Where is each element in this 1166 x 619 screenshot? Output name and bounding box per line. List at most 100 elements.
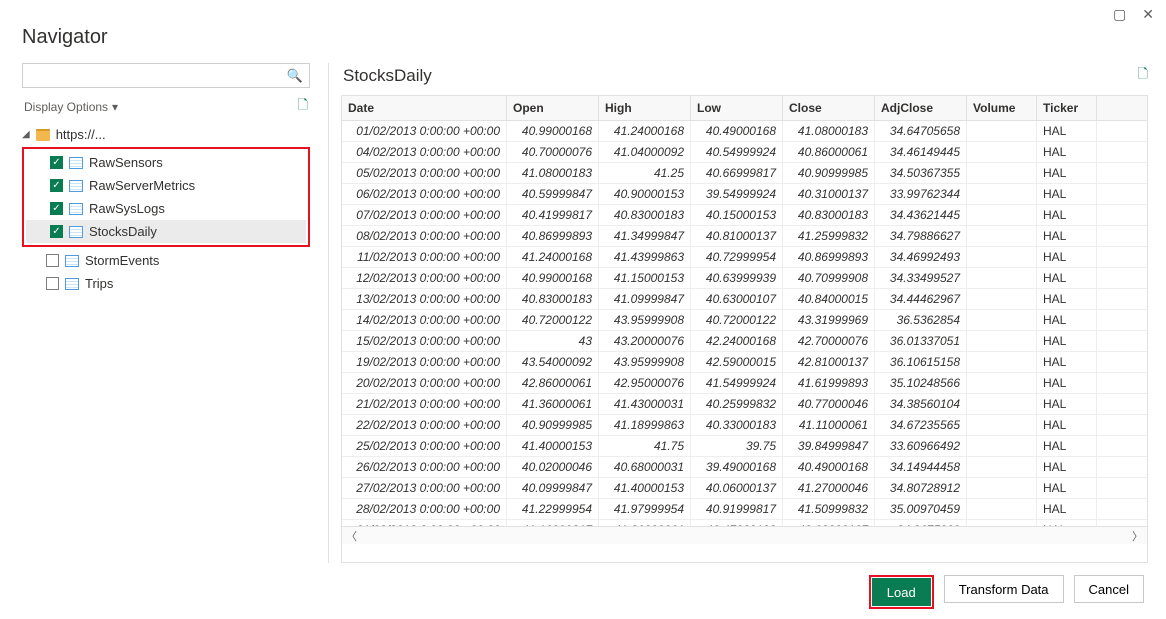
cell: 12/02/2013 0:00:00 +00:00 xyxy=(342,268,507,288)
tree-item-label: StormEvents xyxy=(85,253,159,268)
cell: 41.36000061 xyxy=(507,394,599,414)
preview-title: StocksDaily xyxy=(343,66,432,86)
cell: 41.25 xyxy=(599,163,691,183)
maximize-icon[interactable]: ▢ xyxy=(1113,6,1126,23)
chevron-down-icon: ▾ xyxy=(112,100,118,114)
tree: ◢ https://... ✓RawSensors✓RawServerMetri… xyxy=(22,124,310,295)
load-button[interactable]: Load xyxy=(872,578,931,606)
cell: 34.46992493 xyxy=(875,247,967,267)
cell: 40.09999847 xyxy=(507,478,599,498)
preview-pane: StocksDaily 🗋 DateOpenHighLowCloseAdjClo… xyxy=(337,63,1166,563)
preview-refresh-icon[interactable]: 🗋 xyxy=(1138,65,1148,87)
grid-body[interactable]: 01/02/2013 0:00:00 +00:0040.9900016841.2… xyxy=(342,121,1147,526)
data-grid: DateOpenHighLowCloseAdjCloseVolumeTicker… xyxy=(341,95,1148,563)
column-header-date[interactable]: Date xyxy=(342,96,507,120)
cell: 40.83000183 xyxy=(599,205,691,225)
cell: 40.47000122 xyxy=(691,520,783,526)
horizontal-scrollbar[interactable]: 〈 〉 xyxy=(342,526,1147,544)
table-row[interactable]: 05/02/2013 0:00:00 +00:0041.0800018341.2… xyxy=(342,163,1147,184)
tree-item-stormevents[interactable]: StormEvents xyxy=(22,249,310,272)
tree-item-rawsensors[interactable]: ✓RawSensors xyxy=(26,151,306,174)
cell: 33.60966492 xyxy=(875,436,967,456)
scroll-left-icon[interactable]: 〈 xyxy=(346,528,357,544)
cell: 41.25999832 xyxy=(783,226,875,246)
table-row[interactable]: 01/03/2013 0:00:00 +00:0041.1699981741.3… xyxy=(342,520,1147,526)
table-row[interactable]: 13/02/2013 0:00:00 +00:0040.8300018341.0… xyxy=(342,289,1147,310)
checkbox[interactable]: ✓ xyxy=(50,225,63,238)
search-field[interactable] xyxy=(29,68,287,84)
cancel-button[interactable]: Cancel xyxy=(1074,575,1144,603)
cell: 41.75 xyxy=(599,436,691,456)
cell: 40.33000183 xyxy=(691,415,783,435)
table-row[interactable]: 12/02/2013 0:00:00 +00:0040.9900016841.1… xyxy=(342,268,1147,289)
table-row[interactable]: 20/02/2013 0:00:00 +00:0042.8600006142.9… xyxy=(342,373,1147,394)
cell: 34.64705658 xyxy=(875,121,967,141)
cell xyxy=(967,394,1037,414)
cell: 20/02/2013 0:00:00 +00:00 xyxy=(342,373,507,393)
column-header-high[interactable]: High xyxy=(599,96,691,120)
display-options-dropdown[interactable]: Display Options ▾ xyxy=(24,100,118,114)
cell: 41.27000046 xyxy=(783,478,875,498)
tree-item-rawsyslogs[interactable]: ✓RawSysLogs xyxy=(26,197,306,220)
cell: 35.10248566 xyxy=(875,373,967,393)
cell: 36.01337051 xyxy=(875,331,967,351)
cell: 41.08000183 xyxy=(783,121,875,141)
checkbox[interactable]: ✓ xyxy=(50,156,63,169)
table-icon xyxy=(69,157,83,169)
column-header-ticker[interactable]: Ticker xyxy=(1037,96,1097,120)
tree-item-stocksdaily[interactable]: ✓StocksDaily xyxy=(26,220,306,243)
cell: 34.80728912 xyxy=(875,478,967,498)
scroll-right-icon[interactable]: 〉 xyxy=(1132,528,1143,544)
cell: HAL xyxy=(1037,415,1097,435)
cell: 40.15000153 xyxy=(691,205,783,225)
cell: HAL xyxy=(1037,142,1097,162)
column-header-low[interactable]: Low xyxy=(691,96,783,120)
table-row[interactable]: 22/02/2013 0:00:00 +00:0040.9099998541.1… xyxy=(342,415,1147,436)
cell: 40.06000137 xyxy=(691,478,783,498)
cell: HAL xyxy=(1037,499,1097,519)
column-header-close[interactable]: Close xyxy=(783,96,875,120)
table-row[interactable]: 15/02/2013 0:00:00 +00:004343.2000007642… xyxy=(342,331,1147,352)
table-row[interactable]: 28/02/2013 0:00:00 +00:0041.2299995441.9… xyxy=(342,499,1147,520)
cell: 41.24000168 xyxy=(507,247,599,267)
transform-data-button[interactable]: Transform Data xyxy=(944,575,1064,603)
cell: 40.86999893 xyxy=(783,247,875,267)
table-row[interactable]: 14/02/2013 0:00:00 +00:0040.7200012243.9… xyxy=(342,310,1147,331)
checkbox[interactable] xyxy=(46,277,59,290)
column-header-open[interactable]: Open xyxy=(507,96,599,120)
table-row[interactable]: 27/02/2013 0:00:00 +00:0040.0999984741.4… xyxy=(342,478,1147,499)
cell: 39.54999924 xyxy=(691,184,783,204)
table-row[interactable]: 25/02/2013 0:00:00 +00:0041.4000015341.7… xyxy=(342,436,1147,457)
cell: 41.16999817 xyxy=(507,520,599,526)
table-row[interactable]: 26/02/2013 0:00:00 +00:0040.0200004640.6… xyxy=(342,457,1147,478)
table-row[interactable]: 08/02/2013 0:00:00 +00:0040.8699989341.3… xyxy=(342,226,1147,247)
column-header-adjclose[interactable]: AdjClose xyxy=(875,96,967,120)
tree-root-label: https://... xyxy=(56,127,106,142)
checkbox[interactable]: ✓ xyxy=(50,179,63,192)
cell: 40.70000076 xyxy=(507,142,599,162)
table-row[interactable]: 06/02/2013 0:00:00 +00:0040.5999984740.9… xyxy=(342,184,1147,205)
table-row[interactable]: 21/02/2013 0:00:00 +00:0041.3600006141.4… xyxy=(342,394,1147,415)
table-row[interactable]: 01/02/2013 0:00:00 +00:0040.9900016841.2… xyxy=(342,121,1147,142)
cell: 01/03/2013 0:00:00 +00:00 xyxy=(342,520,507,526)
tree-item-trips[interactable]: Trips xyxy=(22,272,310,295)
tree-root[interactable]: ◢ https://... xyxy=(22,124,310,145)
column-header-volume[interactable]: Volume xyxy=(967,96,1037,120)
cell: 34.50367355 xyxy=(875,163,967,183)
search-input[interactable]: 🔍 xyxy=(22,63,310,88)
table-row[interactable]: 19/02/2013 0:00:00 +00:0043.5400009243.9… xyxy=(342,352,1147,373)
close-icon[interactable]: ✕ xyxy=(1142,6,1154,23)
cell: 40.49000168 xyxy=(783,457,875,477)
checkbox[interactable]: ✓ xyxy=(50,202,63,215)
cell: 34.67235565 xyxy=(875,415,967,435)
tree-item-rawservermetrics[interactable]: ✓RawServerMetrics xyxy=(26,174,306,197)
cell: 42.24000168 xyxy=(691,331,783,351)
table-row[interactable]: 11/02/2013 0:00:00 +00:0041.2400016841.4… xyxy=(342,247,1147,268)
checkbox[interactable] xyxy=(46,254,59,267)
cell: 36.10615158 xyxy=(875,352,967,372)
table-row[interactable]: 07/02/2013 0:00:00 +00:0040.4199981740.8… xyxy=(342,205,1147,226)
cell: 41.61999893 xyxy=(783,373,875,393)
table-row[interactable]: 04/02/2013 0:00:00 +00:0040.7000007641.0… xyxy=(342,142,1147,163)
refresh-icon[interactable]: 🗋 xyxy=(298,96,308,118)
cell: 11/02/2013 0:00:00 +00:00 xyxy=(342,247,507,267)
